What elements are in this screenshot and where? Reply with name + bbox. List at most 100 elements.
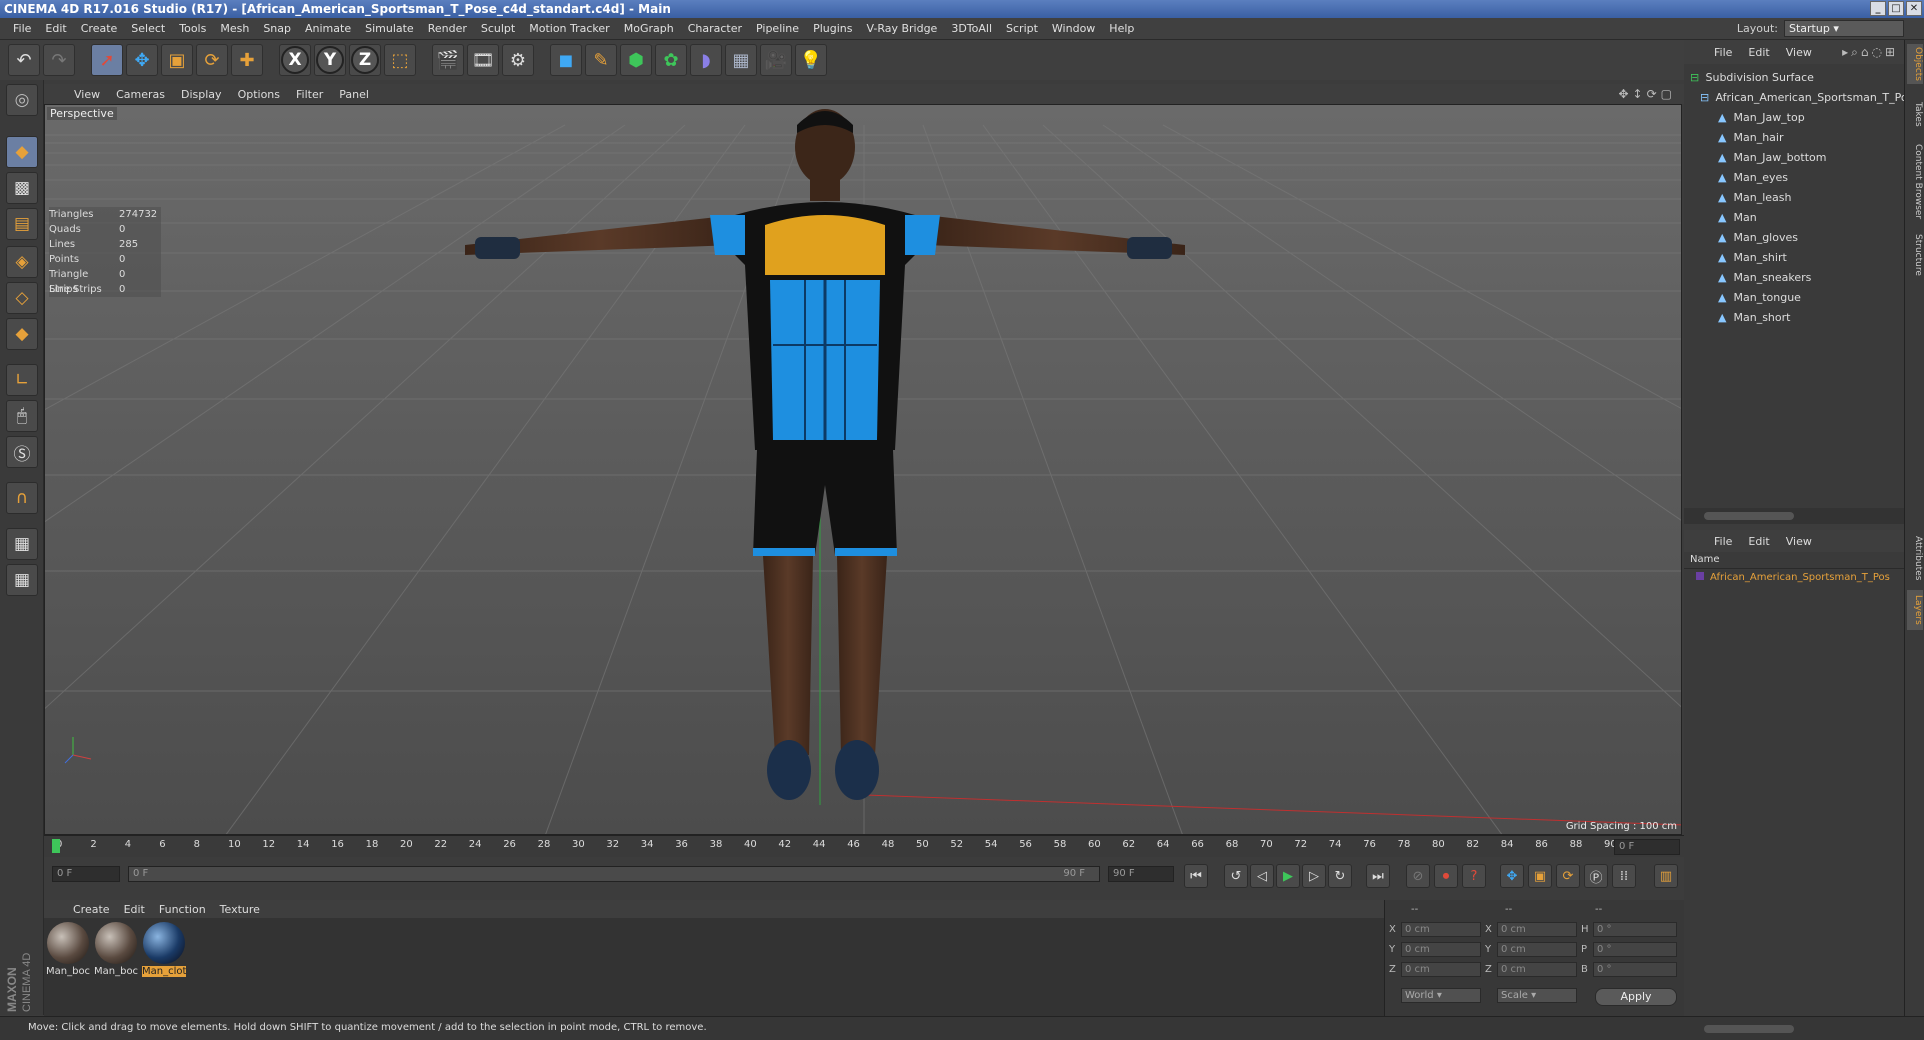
layers-menu-view[interactable]: View [1778, 535, 1820, 548]
scrollbar-thumb[interactable] [1704, 1025, 1794, 1033]
rotation-p-field[interactable]: 0 ° [1593, 942, 1677, 957]
menu-window[interactable]: Window [1045, 22, 1102, 35]
move-icon[interactable]: ✥ [126, 44, 158, 76]
rotation-b-field[interactable]: 0 ° [1593, 962, 1677, 977]
viewport-menu-filter[interactable]: Filter [288, 88, 331, 101]
menu-file[interactable]: File [6, 22, 38, 35]
tree-item-mesh[interactable]: ▲ Man_Jaw_bottom [1684, 148, 1904, 168]
minimize-button[interactable]: _ [1870, 1, 1886, 16]
viewport-menu-options[interactable]: Options [230, 88, 288, 101]
tree-item-mesh[interactable]: ▲ Man_leash [1684, 188, 1904, 208]
key-parameter-icon[interactable]: Ⓟ [1584, 864, 1608, 888]
viewport-nav-icons[interactable]: ✥↕⟳▢ [1618, 87, 1676, 101]
floor-icon[interactable]: ▦ [725, 44, 757, 76]
menu-simulate[interactable]: Simulate [358, 22, 421, 35]
menu-script[interactable]: Script [999, 22, 1045, 35]
snapping-icon[interactable]: Ⓢ [6, 436, 38, 468]
layout-dropdown[interactable]: Startup ▾ [1784, 20, 1904, 37]
position-z-field[interactable]: 0 cm [1401, 962, 1481, 977]
render-settings-icon[interactable]: ⚙ [502, 44, 534, 76]
x-axis-lock-icon[interactable]: X [279, 44, 311, 76]
menu-sculpt[interactable]: Sculpt [474, 22, 522, 35]
tab-content-browser[interactable]: Content Browser [1907, 140, 1923, 224]
right-bottom-scrollbar[interactable] [1684, 1016, 1924, 1040]
tab-layers[interactable]: Layers [1907, 590, 1923, 630]
tree-item-mesh[interactable]: ▲ Man_sneakers [1684, 268, 1904, 288]
menu-tools[interactable]: Tools [172, 22, 213, 35]
tweak-mode-icon[interactable]: 🖱 [6, 400, 38, 432]
material-swatch-selected[interactable]: Man_clot [142, 922, 186, 977]
start-frame-field[interactable]: 0 F [52, 866, 120, 882]
key-rotation-icon[interactable]: ⟳ [1556, 864, 1580, 888]
material-swatch[interactable]: Man_boc [94, 922, 138, 977]
motion-record-icon[interactable]: ⊘ [1406, 864, 1430, 888]
workplane-icon[interactable]: ▤ [6, 208, 38, 240]
z-axis-lock-icon[interactable]: Z [349, 44, 381, 76]
polygons-mode-icon[interactable]: ◆ [6, 318, 38, 350]
tab-takes[interactable]: Takes [1907, 96, 1923, 132]
playhead-marker[interactable] [52, 839, 60, 853]
pen-spline-icon[interactable]: ✎ [585, 44, 617, 76]
planar-workplane-icon[interactable]: ▦ [6, 564, 38, 596]
viewport-perspective[interactable]: Perspective Triangles 274732 Quads 0 Lines… [44, 104, 1682, 835]
cube-icon[interactable]: ◼ [550, 44, 582, 76]
current-frame-field[interactable]: 0 F [1614, 839, 1680, 855]
live-selection-icon[interactable]: ➚ [91, 44, 123, 76]
render-picture-viewer-icon[interactable]: 🎞 [467, 44, 499, 76]
timeline-window-icon[interactable]: ▥ [1654, 864, 1678, 888]
redo-icon[interactable]: ↷ [43, 44, 75, 76]
menu-pipeline[interactable]: Pipeline [749, 22, 806, 35]
object-manager-scrollbar[interactable] [1684, 508, 1904, 524]
timeline-ruler[interactable]: 0246810121416182022242628303234363840424… [44, 835, 1684, 857]
mograph-cloner-icon[interactable]: ✿ [655, 44, 687, 76]
menu-animate[interactable]: Animate [298, 22, 358, 35]
end-frame-field[interactable]: 90 F [1108, 866, 1174, 882]
subdivision-surface-icon[interactable]: ⬢ [620, 44, 652, 76]
objects-menu-view[interactable]: View [1778, 46, 1820, 59]
tree-item-mesh[interactable]: ▲ Man_short [1684, 308, 1904, 328]
viewport-menu-cameras[interactable]: Cameras [108, 88, 173, 101]
material-menu-create[interactable]: Create [66, 903, 117, 916]
menu-vray-bridge[interactable]: V-Ray Bridge [859, 22, 944, 35]
rotate-icon[interactable]: ⟳ [196, 44, 228, 76]
texture-mode-icon[interactable]: ▩ [6, 172, 38, 204]
tree-item-mesh[interactable]: ▲ Man_gloves [1684, 228, 1904, 248]
workplane-lock-icon[interactable]: ▦ [6, 528, 38, 560]
menu-character[interactable]: Character [681, 22, 749, 35]
size-y-field[interactable]: 0 cm [1497, 942, 1577, 957]
rotation-h-field[interactable]: 0 ° [1593, 922, 1677, 937]
render-view-icon[interactable]: 🎬 [432, 44, 464, 76]
goto-end-icon[interactable]: ⏭ [1366, 864, 1390, 888]
light-icon[interactable]: 💡 [795, 44, 827, 76]
camera-icon[interactable]: 🎥 [760, 44, 792, 76]
scale-icon[interactable]: ▣ [161, 44, 193, 76]
next-key-icon[interactable]: ↻ [1328, 864, 1352, 888]
position-x-field[interactable]: 0 cm [1401, 922, 1481, 937]
menu-select[interactable]: Select [124, 22, 172, 35]
material-swatch[interactable]: Man_boc [46, 922, 90, 977]
make-editable-icon[interactable]: ◎ [6, 84, 38, 116]
layers-menu-edit[interactable]: Edit [1740, 535, 1777, 548]
frame-range-slider[interactable]: 0 F 90 F [128, 866, 1100, 882]
material-menu-edit[interactable]: Edit [117, 903, 152, 916]
record-active-icon[interactable]: ⏺ [1434, 864, 1458, 888]
viewport-menu-view[interactable]: View [66, 88, 108, 101]
close-button[interactable]: ✕ [1906, 1, 1922, 16]
material-menu-function[interactable]: Function [152, 903, 213, 916]
tree-item-mesh[interactable]: ▲ Man_shirt [1684, 248, 1904, 268]
play-icon[interactable]: ▶ [1276, 864, 1300, 888]
tab-attributes[interactable]: Attributes [1907, 530, 1923, 586]
tree-item-mesh[interactable]: ▲ Man_hair [1684, 128, 1904, 148]
size-x-field[interactable]: 0 cm [1497, 922, 1577, 937]
apply-button[interactable]: Apply [1595, 988, 1677, 1006]
size-z-field[interactable]: 0 cm [1497, 962, 1577, 977]
axis-mode-icon[interactable]: ∟ [6, 364, 38, 396]
menu-create[interactable]: Create [74, 22, 125, 35]
points-mode-icon[interactable]: ◈ [6, 246, 38, 278]
coordinate-system-icon[interactable]: ⬚ [384, 44, 416, 76]
objects-menu-edit[interactable]: Edit [1740, 46, 1777, 59]
maximize-button[interactable]: □ [1888, 1, 1904, 16]
layer-row[interactable]: African_American_Sportsman_T_Pos [1696, 572, 1904, 583]
layers-menu-file[interactable]: File [1706, 535, 1740, 548]
menu-plugins[interactable]: Plugins [806, 22, 859, 35]
